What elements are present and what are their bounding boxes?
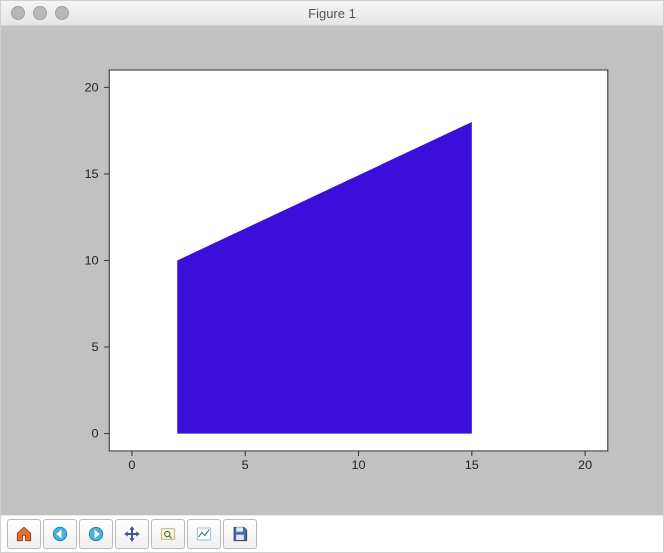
arrow-right-icon [87,525,105,543]
figure-canvas: 0 5 10 15 20 0 5 10 15 20 [1,26,663,515]
minimize-icon[interactable] [33,6,47,20]
y-tick-label: 15 [84,167,98,181]
y-tick-label: 0 [92,427,99,441]
pan-button[interactable] [115,519,149,549]
home-button[interactable] [7,519,41,549]
traffic-lights [11,6,69,20]
zoom-button[interactable] [151,519,185,549]
zoom-window-icon[interactable] [55,6,69,20]
toolbar [1,515,663,552]
x-tick-label: 20 [578,458,592,472]
x-tick-labels: 0 5 10 15 20 [128,458,592,472]
y-tick-label: 5 [92,340,99,354]
arrow-left-icon [51,525,69,543]
forward-button[interactable] [79,519,113,549]
y-tick-label: 10 [84,254,98,268]
figure-window: Figure 1 0 5 10 15 20 0 [0,0,664,553]
plot-svg: 0 5 10 15 20 0 5 10 15 20 [35,50,629,491]
plot-frame: 0 5 10 15 20 0 5 10 15 20 [35,50,629,491]
titlebar: Figure 1 [1,1,663,26]
x-tick-label: 5 [242,458,249,472]
x-ticks [132,451,585,456]
close-icon[interactable] [11,6,25,20]
y-tick-labels: 0 5 10 15 20 [84,81,98,441]
home-icon [15,525,33,543]
x-tick-label: 0 [128,458,135,472]
back-button[interactable] [43,519,77,549]
save-icon [231,525,249,543]
x-tick-label: 15 [465,458,479,472]
window-title: Figure 1 [1,6,663,21]
y-ticks [104,87,109,433]
move-icon [123,525,141,543]
subplots-icon [195,525,213,543]
zoom-rect-icon [159,525,177,543]
configure-subplots-button[interactable] [187,519,221,549]
x-tick-label: 10 [351,458,365,472]
y-tick-label: 20 [84,81,98,95]
save-button[interactable] [223,519,257,549]
